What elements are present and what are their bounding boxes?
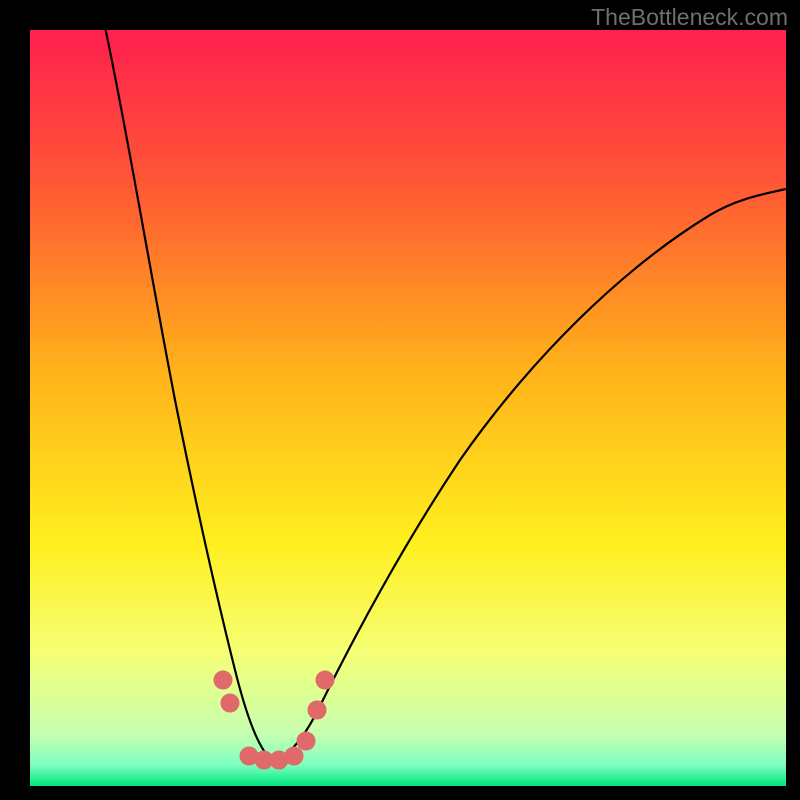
chart-frame: TheBottleneck.com bbox=[0, 0, 800, 800]
watermark-text: TheBottleneck.com bbox=[591, 4, 788, 31]
gradient-background bbox=[30, 30, 786, 786]
plot-area bbox=[30, 30, 786, 786]
chart-svg bbox=[30, 30, 786, 786]
